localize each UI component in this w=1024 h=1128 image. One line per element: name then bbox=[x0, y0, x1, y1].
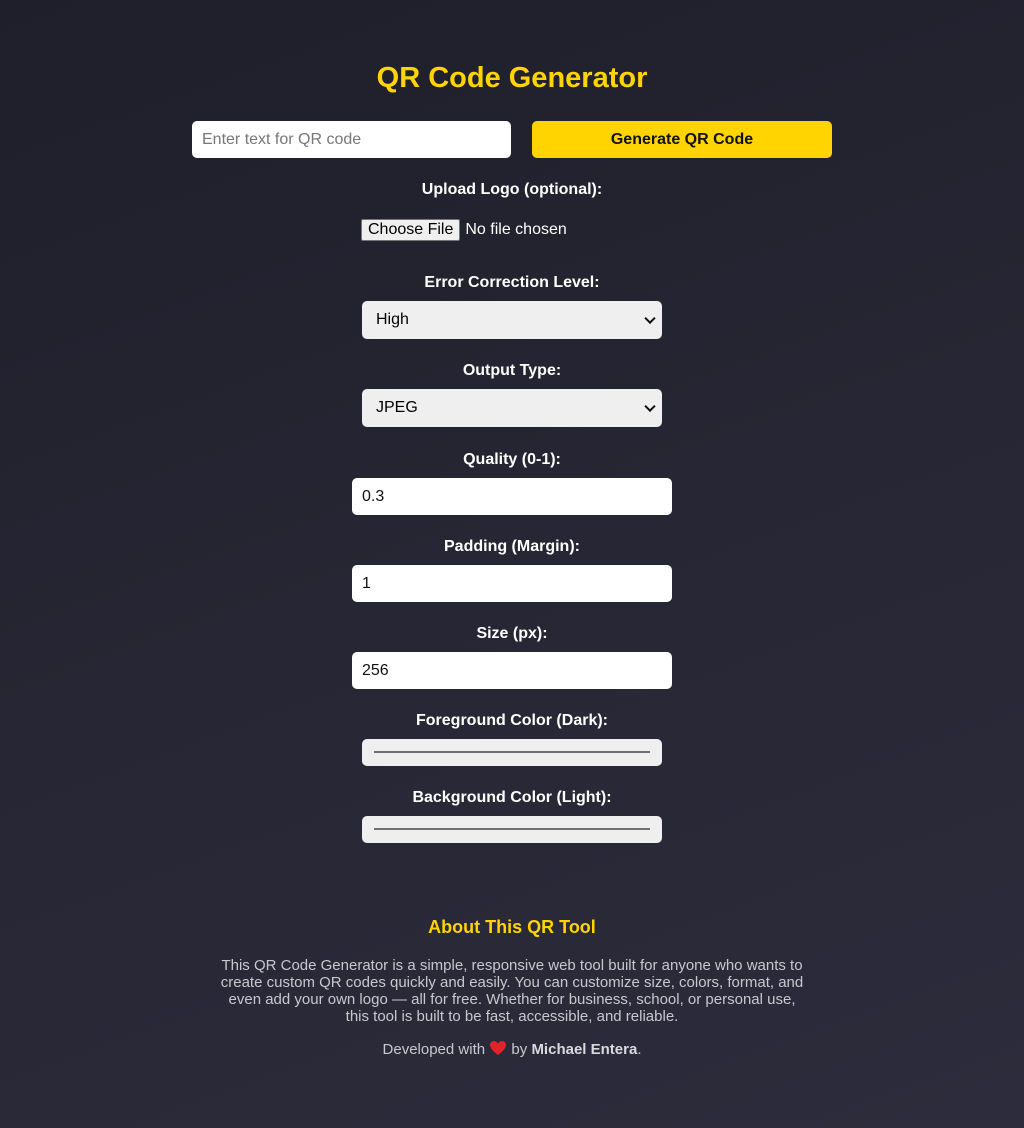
qr-text-input[interactable] bbox=[192, 121, 511, 158]
upload-logo-label: Upload Logo (optional): bbox=[421, 181, 603, 198]
error-correction-select[interactable]: High bbox=[362, 301, 662, 339]
about-line: even add your own logo — all for free. W… bbox=[228, 991, 796, 1008]
error-correction-value: High bbox=[376, 311, 409, 328]
size-label: Size (px): bbox=[476, 625, 548, 642]
chevron-down-icon bbox=[644, 312, 656, 325]
padding-label: Padding (Margin): bbox=[444, 538, 580, 555]
output-type-select[interactable]: JPEG bbox=[362, 389, 662, 427]
color-swatch bbox=[374, 828, 650, 830]
author-name: Michael Entera bbox=[531, 1041, 638, 1058]
credit-line: Developed with by Michael Entera. bbox=[0, 1040, 1024, 1058]
background-color-label: Background Color (Light): bbox=[412, 789, 612, 806]
credit-suffix: . bbox=[637, 1041, 642, 1058]
output-type-value: JPEG bbox=[376, 399, 418, 416]
logo-file-input[interactable]: Choose File No file chosen bbox=[361, 219, 567, 241]
quality-label: Quality (0-1): bbox=[463, 451, 561, 468]
credit-prefix: Developed with bbox=[382, 1041, 486, 1058]
credit-connector: by bbox=[511, 1041, 528, 1058]
choose-file-button[interactable]: Choose File bbox=[361, 219, 461, 241]
generate-qr-button[interactable]: Generate QR Code bbox=[532, 121, 832, 158]
about-line: this tool is built to be fast, accessibl… bbox=[345, 1008, 679, 1025]
color-swatch bbox=[374, 751, 650, 753]
error-correction-label: Error Correction Level: bbox=[424, 274, 600, 291]
about-line: create custom QR codes quickly and easil… bbox=[220, 974, 804, 991]
about-description: This QR Code Generator is a simple, resp… bbox=[212, 957, 812, 1025]
foreground-color-label: Foreground Color (Dark): bbox=[416, 712, 608, 729]
size-input[interactable] bbox=[352, 652, 672, 689]
file-status-text: No file chosen bbox=[465, 221, 567, 238]
heart-icon bbox=[489, 1040, 507, 1056]
page-title: QR Code Generator bbox=[376, 62, 648, 94]
output-type-label: Output Type: bbox=[462, 362, 562, 379]
chevron-down-icon bbox=[644, 400, 656, 413]
quality-input[interactable] bbox=[352, 478, 672, 515]
padding-input[interactable] bbox=[352, 565, 672, 602]
about-line: This QR Code Generator is a simple, resp… bbox=[221, 957, 803, 974]
foreground-color-picker[interactable] bbox=[362, 739, 662, 766]
background-color-picker[interactable] bbox=[362, 816, 662, 843]
about-title: About This QR Tool bbox=[428, 917, 596, 937]
